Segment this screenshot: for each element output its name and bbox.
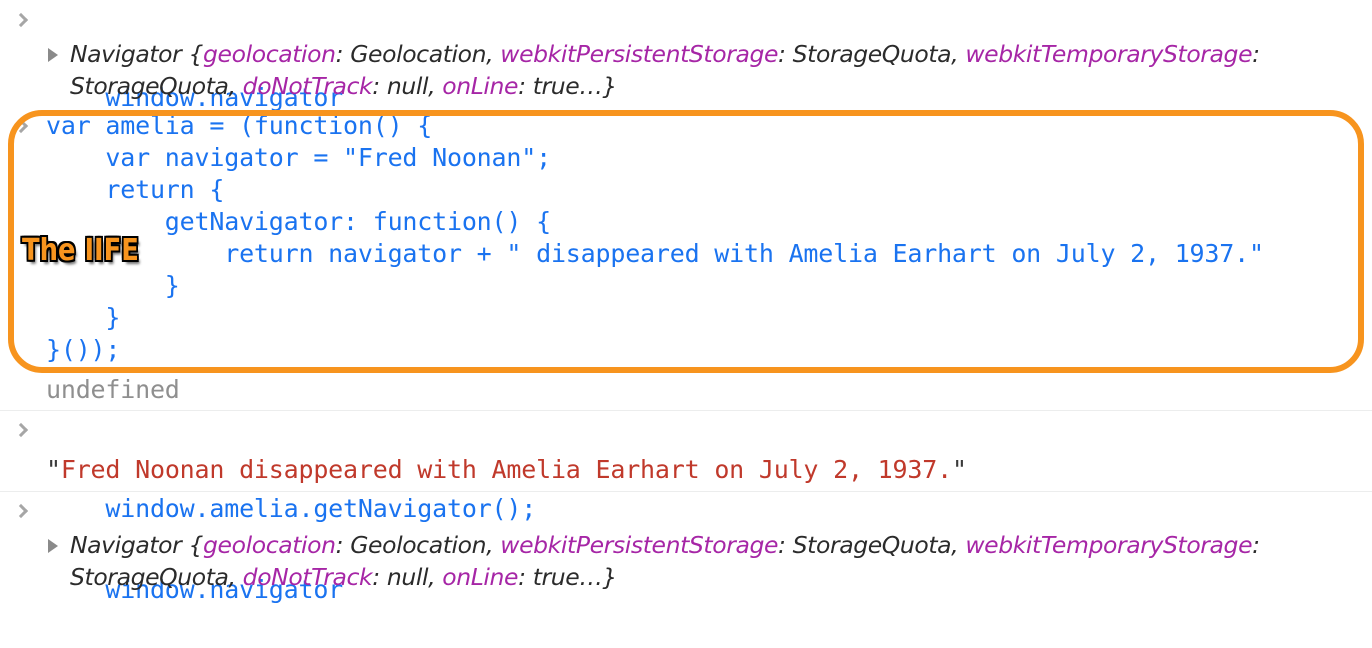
object-property-key: geolocation [203,40,336,68]
object-property-value: true…} [532,563,618,591]
object-property-value: Geolocation, [350,40,501,68]
object-property-value: StorageQuota, [792,40,966,68]
object-property-separator: : [518,563,533,591]
object-property-separator: : [372,563,387,591]
object-property-separator: : [335,531,351,559]
code-line: } [46,271,180,300]
object-constructor-name: Navigator [70,531,189,559]
object-property-separator: : [1252,531,1267,559]
object-property-separator: : [1252,40,1267,68]
object-property-value: StorageQuota, [70,72,243,100]
object-property-value: null, [386,72,443,100]
object-property-key: webkitPersistentStorage [500,40,779,68]
string-close-quote: " [951,455,967,484]
undefined-value-text: undefined [46,375,180,404]
prompt-chevron-icon [14,502,28,520]
object-property-key: geolocation [203,531,336,559]
object-property-separator: : [335,40,351,68]
object-property-key: onLine [442,563,519,591]
prompt-chevron-icon [14,11,28,29]
disclosure-triangle-icon[interactable] [48,539,58,553]
console-input-row-4[interactable]: window.navigator [0,491,1372,604]
console-object-preview-1[interactable]: Navigator {geolocation: Geolocation, web… [0,38,1372,102]
object-property-key: doNotTrack [242,72,373,100]
object-property-key: webkitPersistentStorage [500,531,779,559]
object-property-key: webkitTemporaryStorage [965,40,1253,68]
object-property-key: webkitTemporaryStorage [965,531,1253,559]
string-result-text: Fred Noonan disappeared with Amelia Earh… [60,455,952,484]
object-property-key: doNotTrack [242,563,373,591]
code-line: } [46,303,121,332]
object-property-key: onLine [442,72,519,100]
object-property-value: null, [386,563,443,591]
console-input-row-2[interactable]: var amelia = (function() { var navigator… [0,108,1372,366]
console-object-preview-2[interactable]: Navigator {geolocation: Geolocation, web… [0,529,1372,593]
code-line: return { [46,175,225,204]
console-input-row-3[interactable]: window.amelia.getNavigator(); [0,410,1372,523]
code-line: var amelia = (function() { [46,111,433,140]
object-property-value: true…} [532,72,618,100]
iife-callout-label: The IIFE [22,233,139,268]
code-line: return navigator + " disappeared with Am… [46,239,1264,268]
object-property-value: Geolocation, [350,531,501,559]
console-input-row-1[interactable]: window.navigator [0,0,1372,112]
object-property-separator: : [372,72,387,100]
object-property-separator: : [778,531,793,559]
javascript-console: window.navigator Navigator {geolocation:… [0,0,1372,604]
code-line: var navigator = "Fred Noonan"; [46,143,551,172]
console-result-undefined: undefined [0,372,1372,408]
code-line: }()); [46,335,121,364]
object-property-separator: : [518,72,533,100]
console-result-string: "Fred Noonan disappeared with Amelia Ear… [0,449,1372,491]
prompt-chevron-icon [14,117,28,135]
disclosure-triangle-icon[interactable] [48,48,58,62]
object-preview-text: Navigator {geolocation: Geolocation, web… [0,529,1372,593]
code-line: getNavigator: function() { [46,207,551,236]
object-constructor-name: Navigator [70,40,189,68]
object-property-value: StorageQuota, [792,531,966,559]
object-preview-text: Navigator {geolocation: Geolocation, web… [0,38,1372,102]
object-open-brace: { [188,531,204,559]
object-property-separator: : [778,40,793,68]
object-property-value: StorageQuota, [70,563,243,591]
object-open-brace: { [188,40,204,68]
string-open-quote: " [46,455,61,484]
prompt-chevron-icon [14,421,28,439]
